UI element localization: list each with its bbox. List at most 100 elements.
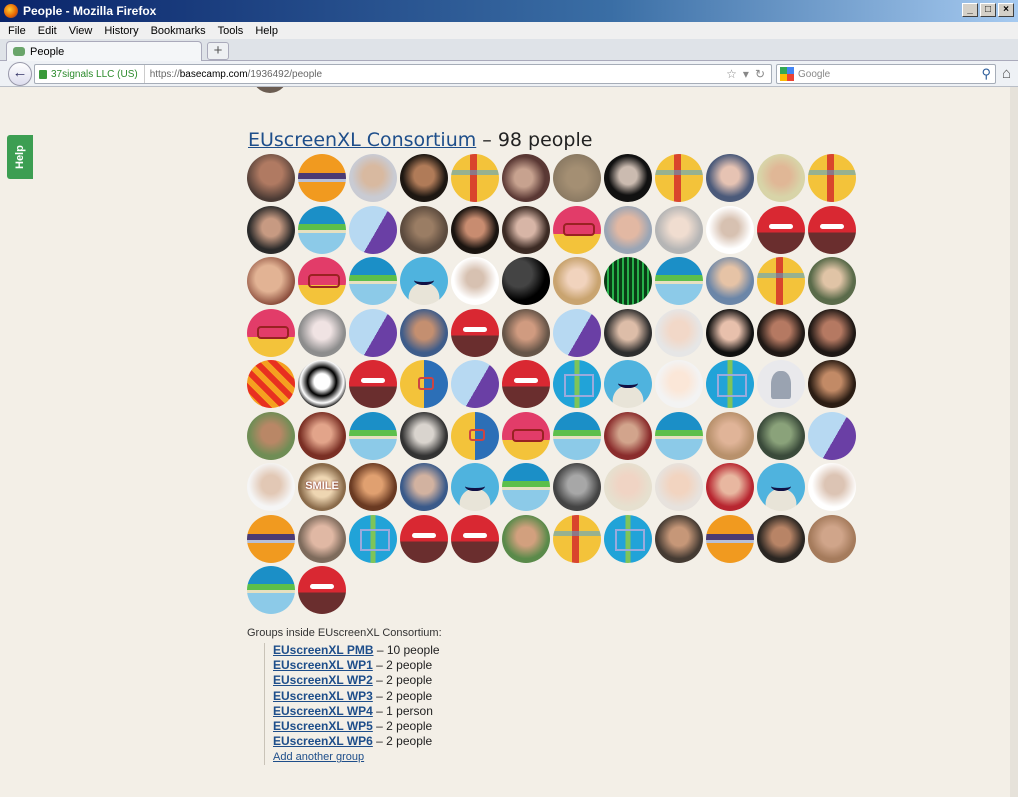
avatar[interactable]	[349, 360, 397, 408]
avatar[interactable]	[808, 463, 856, 511]
avatar[interactable]	[247, 514, 295, 563]
url-bar[interactable]: 37signals LLC (US) https://basecamp.com/…	[34, 64, 772, 84]
avatar[interactable]	[298, 205, 346, 254]
avatar[interactable]	[349, 308, 397, 357]
avatar[interactable]	[400, 514, 448, 563]
avatar[interactable]	[502, 463, 550, 511]
menu-view[interactable]: View	[69, 25, 93, 37]
avatar[interactable]	[655, 411, 703, 460]
avatar[interactable]	[706, 308, 754, 357]
avatar[interactable]	[298, 154, 346, 202]
avatar[interactable]	[706, 205, 754, 254]
url-text[interactable]: https://basecamp.com/1936492/people	[145, 69, 322, 80]
avatar[interactable]	[808, 360, 856, 408]
avatar[interactable]	[502, 308, 550, 357]
avatar[interactable]	[349, 411, 397, 460]
avatar[interactable]	[247, 463, 295, 511]
avatar[interactable]	[808, 411, 856, 460]
avatar[interactable]	[655, 463, 703, 511]
avatar[interactable]	[400, 411, 448, 460]
avatar[interactable]	[298, 566, 346, 614]
avatar[interactable]: SMILE	[298, 463, 346, 511]
avatar[interactable]	[298, 308, 346, 357]
avatar[interactable]	[808, 514, 856, 563]
avatar[interactable]	[502, 411, 550, 460]
avatar[interactable]	[757, 514, 805, 563]
avatar[interactable]	[757, 154, 805, 202]
avatar[interactable]	[451, 308, 499, 357]
avatar[interactable]	[553, 257, 601, 305]
menu-help[interactable]: Help	[255, 25, 278, 37]
avatar[interactable]	[706, 463, 754, 511]
avatar[interactable]	[604, 360, 652, 408]
search-icon[interactable]: ⚲	[981, 66, 991, 82]
avatar[interactable]	[553, 463, 601, 511]
subgroup-link[interactable]: EUscreenXL WP1	[273, 658, 373, 672]
avatar[interactable]	[298, 514, 346, 563]
google-icon[interactable]	[780, 67, 794, 81]
avatar[interactable]	[706, 257, 754, 305]
avatar[interactable]	[553, 514, 601, 563]
avatar[interactable]	[502, 514, 550, 563]
avatar[interactable]	[553, 360, 601, 408]
avatar[interactable]	[655, 308, 703, 357]
subgroup-link[interactable]: EUscreenXL WP5	[273, 719, 373, 733]
tab-people[interactable]: People	[6, 41, 202, 61]
site-identity[interactable]: 37signals LLC (US)	[35, 65, 145, 83]
subgroup-link[interactable]: EUscreenXL PMB	[273, 643, 373, 657]
avatar[interactable]	[757, 257, 805, 305]
avatar[interactable]	[706, 154, 754, 202]
avatar[interactable]	[502, 154, 550, 202]
avatar[interactable]	[451, 411, 499, 460]
minimize-button[interactable]: _	[962, 3, 978, 17]
avatar[interactable]	[400, 257, 448, 305]
avatar[interactable]	[298, 257, 346, 305]
avatar[interactable]	[604, 308, 652, 357]
home-icon[interactable]: ⌂	[1002, 65, 1011, 82]
avatar[interactable]	[502, 360, 550, 408]
avatar[interactable]	[655, 360, 703, 408]
avatar[interactable]	[247, 308, 295, 357]
avatar[interactable]	[502, 257, 550, 305]
avatar[interactable]	[757, 205, 805, 254]
avatar[interactable]	[298, 360, 346, 408]
vertical-scrollbar[interactable]	[1010, 87, 1018, 797]
group-name-link[interactable]: EUscreenXL Consortium	[248, 129, 476, 151]
subgroup-link[interactable]: EUscreenXL WP3	[273, 689, 373, 703]
avatar[interactable]	[808, 308, 856, 357]
subgroup-link[interactable]: EUscreenXL WP4	[273, 704, 373, 718]
avatar[interactable]	[604, 463, 652, 511]
avatar[interactable]	[349, 463, 397, 511]
avatar[interactable]	[808, 257, 856, 305]
menu-history[interactable]: History	[104, 25, 138, 37]
avatar[interactable]	[451, 154, 499, 202]
menu-edit[interactable]: Edit	[38, 25, 57, 37]
avatar[interactable]	[247, 360, 295, 408]
avatar[interactable]	[808, 205, 856, 254]
avatar[interactable]	[706, 411, 754, 460]
avatar[interactable]	[247, 154, 295, 202]
avatar[interactable]	[451, 514, 499, 563]
avatar[interactable]	[757, 411, 805, 460]
maximize-button[interactable]: □	[980, 3, 996, 17]
close-button[interactable]: ×	[998, 3, 1014, 17]
avatar[interactable]	[349, 154, 397, 202]
new-tab-button[interactable]: +	[207, 42, 229, 60]
avatar[interactable]	[655, 154, 703, 202]
avatar[interactable]	[247, 411, 295, 460]
avatar[interactable]	[502, 205, 550, 254]
avatar[interactable]	[247, 257, 295, 305]
help-tab[interactable]: Help	[7, 135, 33, 179]
add-group-link[interactable]: Add another group	[273, 749, 440, 765]
avatar[interactable]	[400, 154, 448, 202]
search-bar[interactable]: Google ⚲	[776, 64, 996, 84]
avatar[interactable]	[655, 514, 703, 563]
avatar[interactable]	[604, 154, 652, 202]
avatar[interactable]	[655, 205, 703, 254]
avatar[interactable]	[553, 205, 601, 254]
avatar[interactable]	[252, 87, 288, 93]
avatar[interactable]	[349, 205, 397, 254]
avatar[interactable]	[349, 257, 397, 305]
avatar[interactable]	[553, 308, 601, 357]
avatar[interactable]	[553, 411, 601, 460]
